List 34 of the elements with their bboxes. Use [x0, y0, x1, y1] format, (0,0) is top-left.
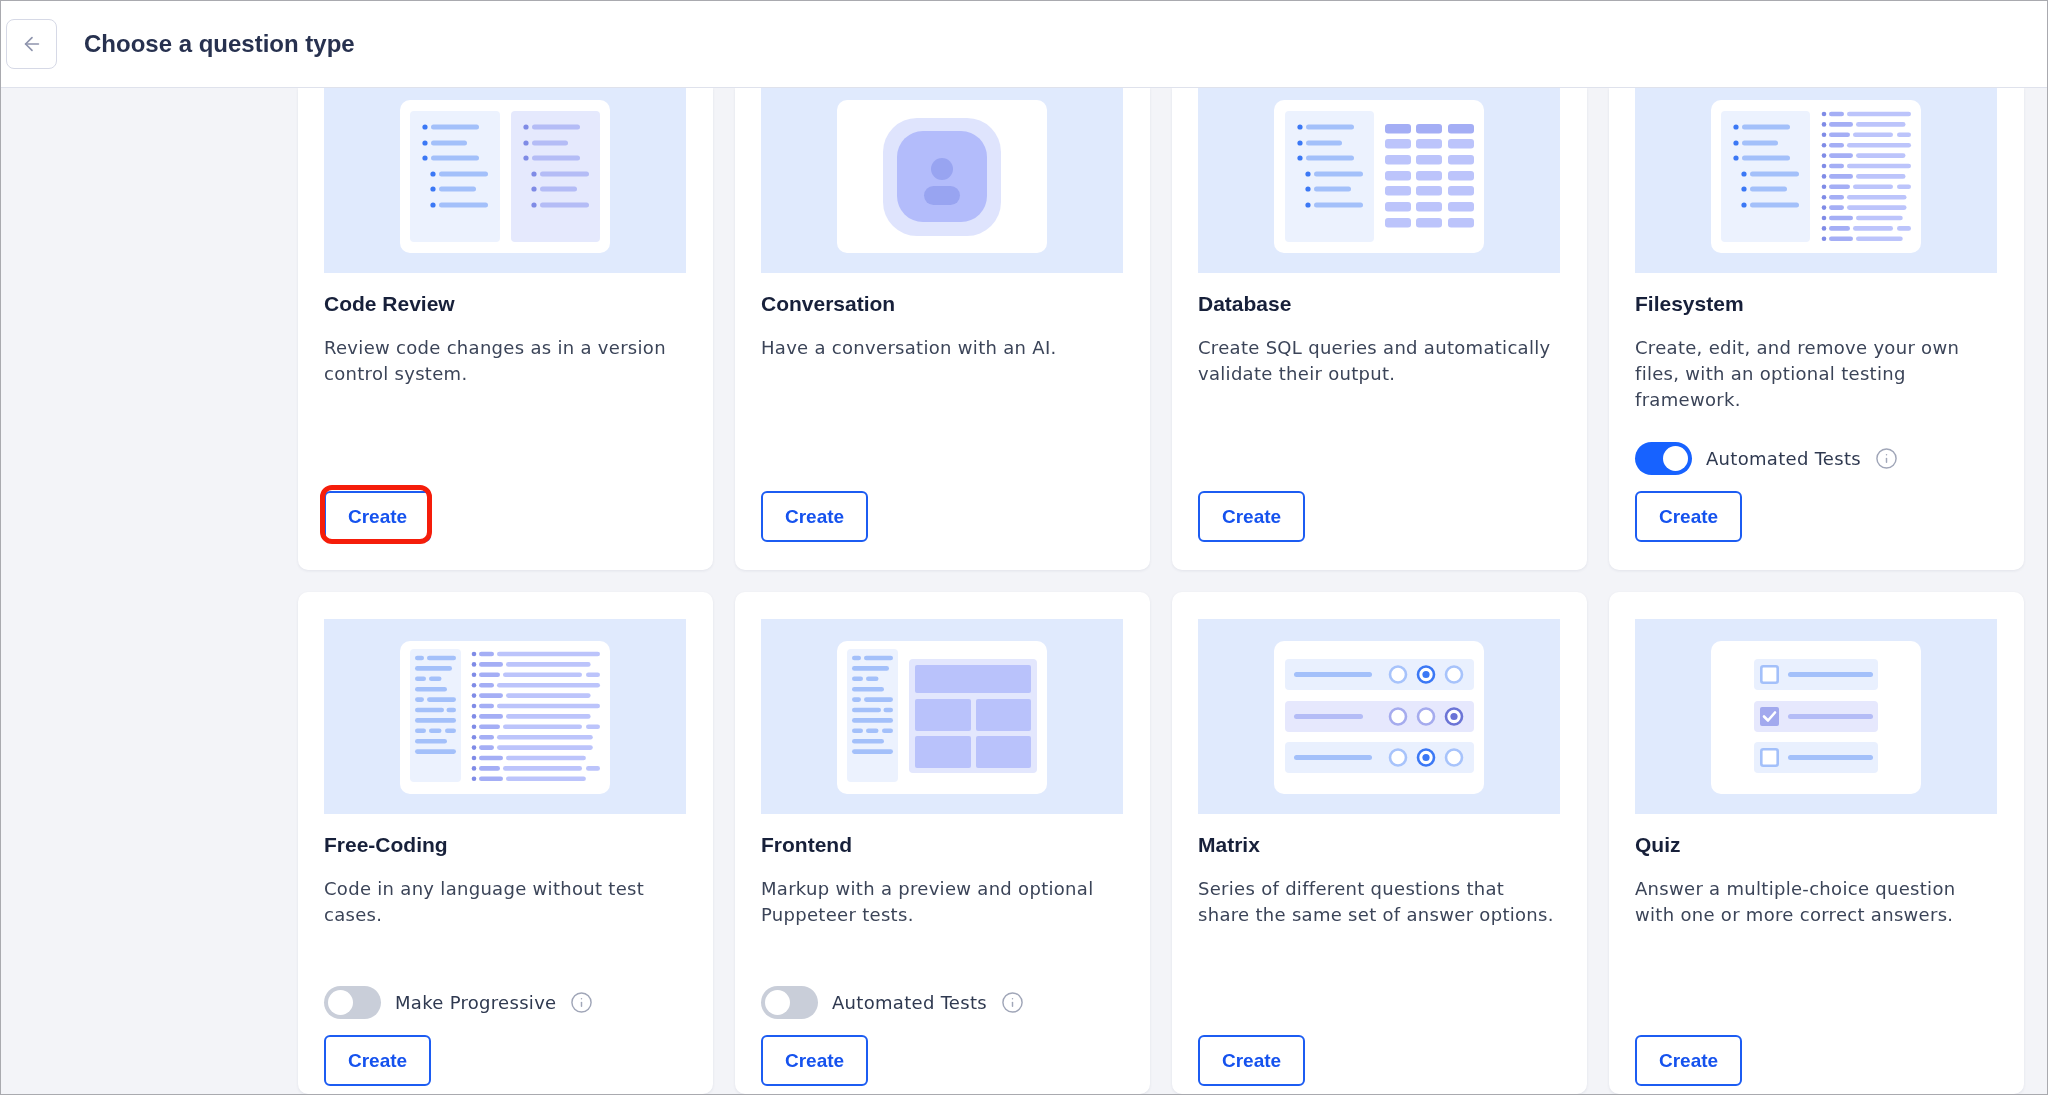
card-description: Markup with a preview and optional Puppeteer tests.	[761, 877, 1095, 927]
card-title: Quiz	[1635, 832, 1682, 858]
card-description: Answer a multiple-choice question with one or more correct answers.	[1635, 877, 1957, 927]
toggle-switch[interactable]	[761, 986, 818, 1019]
create-button[interactable]: Create	[761, 1035, 869, 1086]
toggle-label: Automated Tests	[1706, 448, 1861, 469]
card-description: Create, edit, and remove your own files, with an optional testing framework.	[1635, 336, 1961, 412]
info-icon[interactable]	[1000, 991, 1024, 1014]
card-title: Free-Coding	[324, 832, 449, 858]
card-description: Review code changes as in a version control system.	[324, 336, 667, 386]
create-button[interactable]: Create	[1198, 491, 1306, 542]
create-button[interactable]: Create	[761, 491, 869, 542]
create-button[interactable]: Create	[1635, 491, 1743, 542]
create-button[interactable]: Create	[1635, 1035, 1743, 1086]
create-button[interactable]: Create	[1198, 1035, 1306, 1086]
card-title: Filesystem	[1635, 291, 1745, 317]
info-icon[interactable]	[1874, 447, 1898, 470]
create-button[interactable]: Create	[324, 1035, 432, 1086]
info-icon[interactable]	[570, 991, 594, 1014]
card-title: Code Review	[324, 291, 456, 317]
toggle-label: Make Progressive	[395, 992, 557, 1013]
toggle-switch[interactable]	[324, 986, 381, 1019]
card-description: Series of different questions that share the same set of answer options.	[1198, 877, 1555, 927]
page-title: Choose a question type	[84, 30, 355, 58]
card-title: Conversation	[761, 291, 897, 317]
toggle-switch[interactable]	[1635, 442, 1692, 475]
card-description: Create SQL queries and automatically validate their output.	[1198, 336, 1552, 386]
toggle-label: Automated Tests	[832, 992, 987, 1013]
card-description: Have a conversation with an AI.	[761, 336, 1058, 360]
card-title: Frontend	[761, 832, 853, 858]
card-description: Code in any language without test cases.	[324, 877, 646, 927]
card-title: Database	[1198, 291, 1293, 317]
back-button[interactable]	[6, 19, 57, 69]
card-title: Matrix	[1198, 832, 1261, 858]
